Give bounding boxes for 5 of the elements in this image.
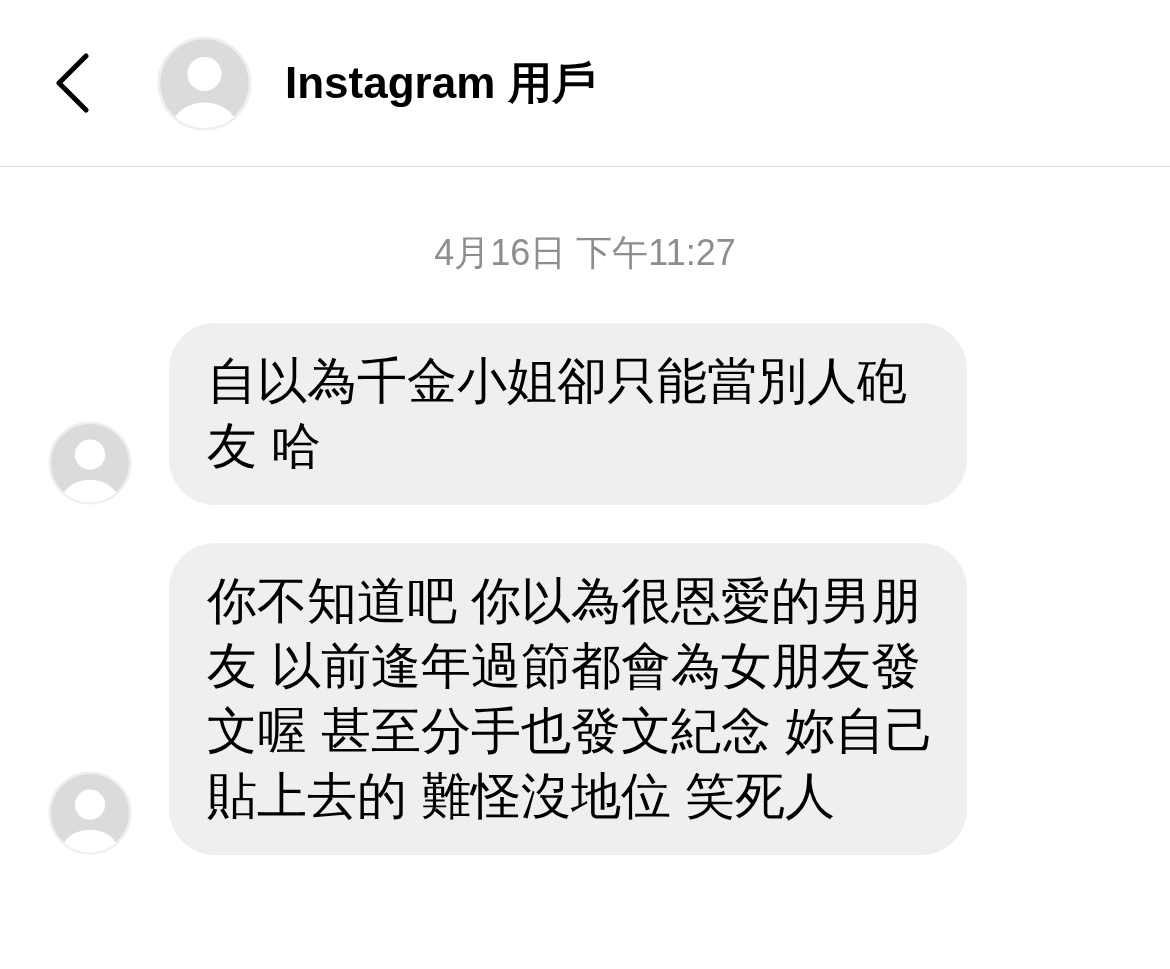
message-bubble: 自以為千金小姐卻只能當別人砲友 哈: [169, 323, 967, 505]
timestamp: 4月16日 下午11:27: [434, 231, 736, 275]
message-bubble: 你不知道吧 你以為很恩愛的男朋友 以前逢年過節都會為女朋友發文喔 甚至分手也發文紀念 妳自己貼上去的 難怪沒地位 笑死人: [169, 543, 967, 855]
username-title[interactable]: Instagram 用戶: [285, 50, 596, 116]
back-chevron-icon: [54, 53, 90, 113]
